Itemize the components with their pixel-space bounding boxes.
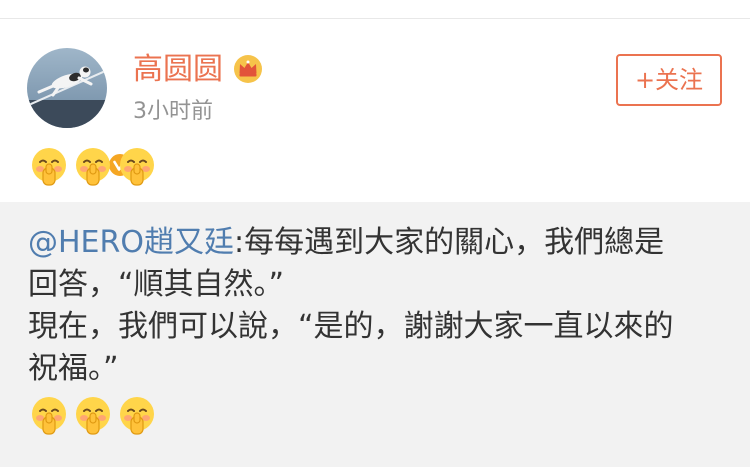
quote-line: @HERO趙又廷:每每遇到大家的關心，我們總是 bbox=[28, 222, 728, 264]
shush-face-icon bbox=[120, 397, 154, 435]
post-emoji-row bbox=[30, 146, 156, 186]
user-mention-link[interactable]: @HERO趙又廷 bbox=[28, 225, 234, 260]
top-divider bbox=[0, 18, 750, 19]
quote-line: 祝福。” bbox=[28, 351, 119, 386]
author-name[interactable]: 高圆圆 bbox=[133, 50, 223, 90]
shush-face-icon bbox=[76, 148, 110, 186]
avatar-cat-photo-icon bbox=[27, 48, 107, 128]
post-timestamp: 3小时前 bbox=[133, 99, 213, 124]
quote-line: 現在，我們可以說，“是的，謝謝大家一直以來的 bbox=[28, 309, 674, 344]
quote-line: 回答，“順其自然。” bbox=[28, 267, 285, 302]
reposted-text: @HERO趙又廷:每每遇到大家的關心，我們總是 回答，“順其自然。” 現在，我們… bbox=[28, 222, 728, 390]
shush-face-icon bbox=[120, 148, 154, 186]
weibo-post-card: 高圆圆 3小时前 +关注 @HERO趙又廷:每每遇到大家的關心，我們總是 回答，… bbox=[0, 0, 750, 467]
shush-face-icon bbox=[32, 148, 66, 186]
follow-button[interactable]: +关注 bbox=[616, 54, 722, 106]
shush-face-icon bbox=[32, 397, 66, 435]
shush-face-icon bbox=[76, 397, 110, 435]
quote-emoji-row bbox=[30, 395, 156, 435]
author-avatar[interactable] bbox=[27, 48, 133, 178]
crown-icon[interactable] bbox=[233, 54, 263, 84]
quote-line-text: :每每遇到大家的關心，我們總是 bbox=[233, 225, 665, 260]
